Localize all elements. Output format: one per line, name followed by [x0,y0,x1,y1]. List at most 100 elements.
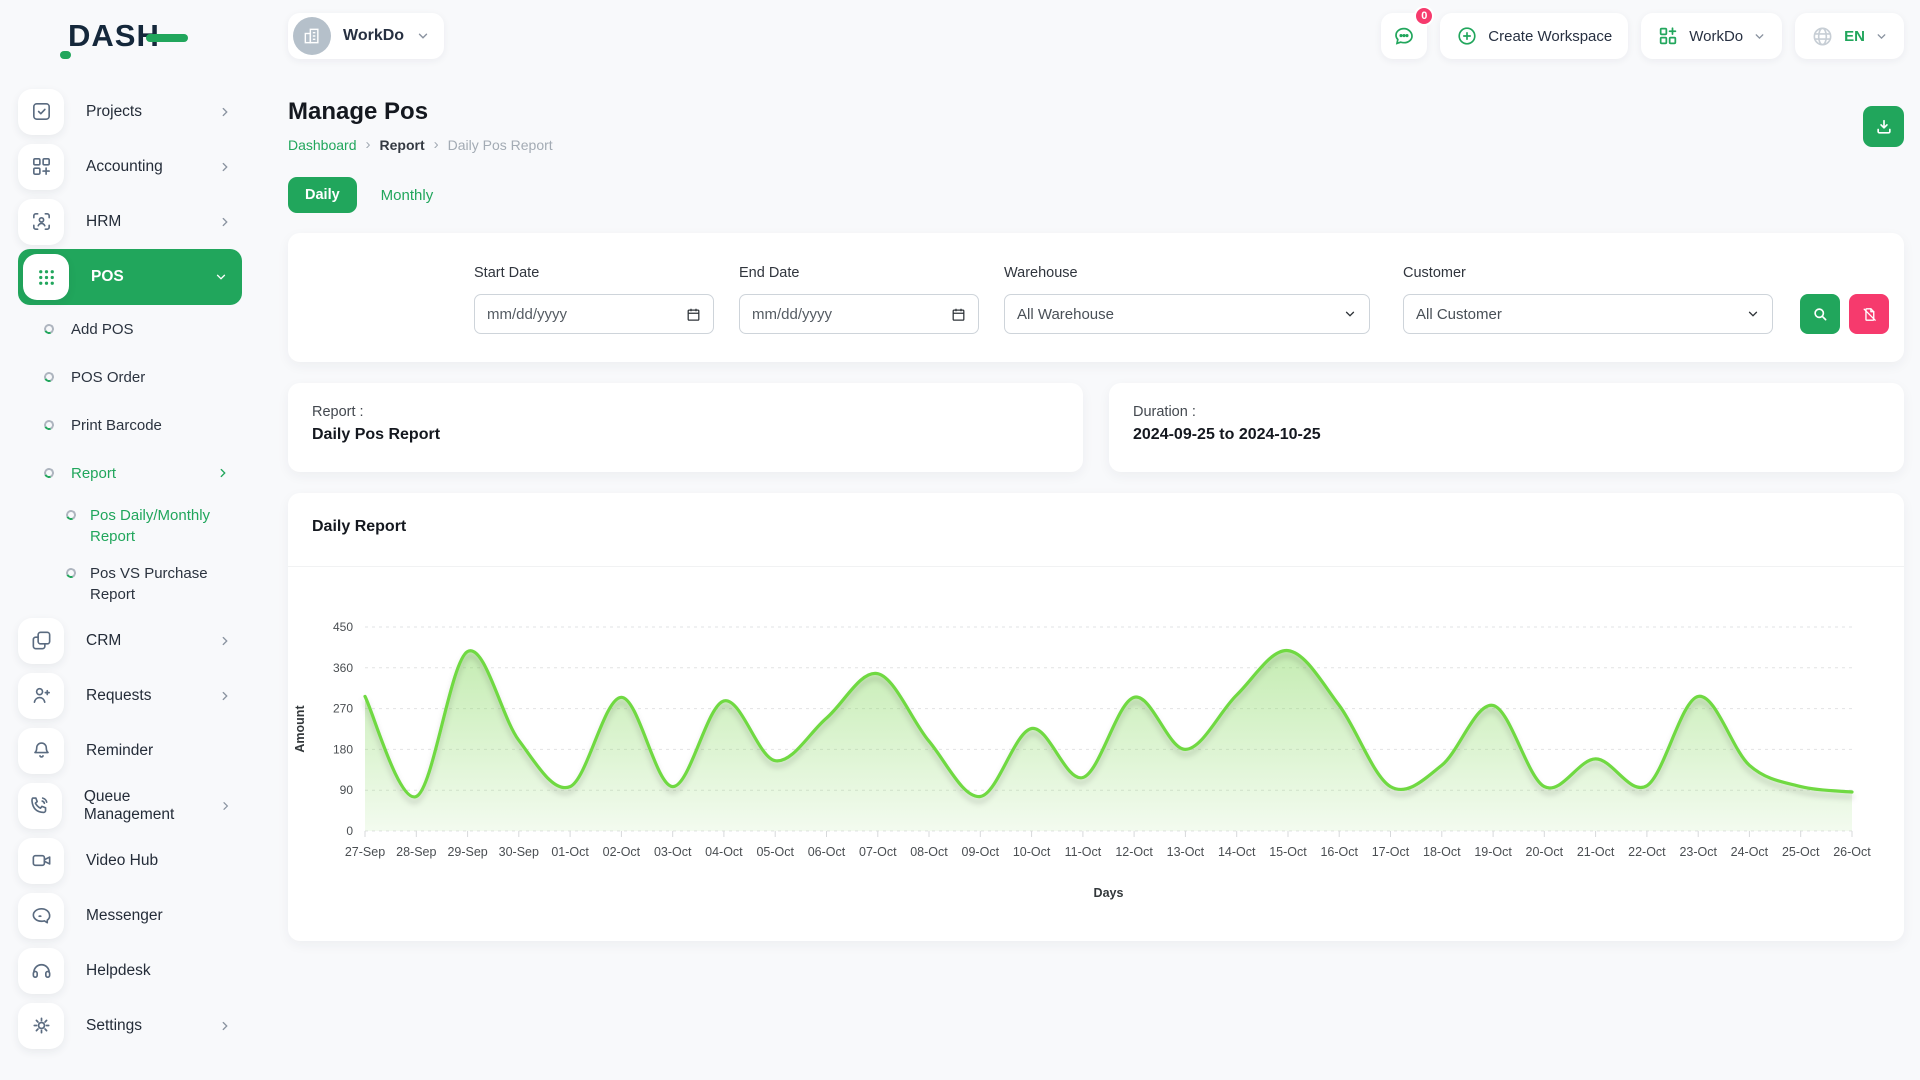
svg-text:21-Oct: 21-Oct [1577,845,1615,859]
bullet-icon [43,419,56,432]
chevron-right-icon [219,799,232,813]
language-selector[interactable]: EN [1795,13,1904,59]
workspace-switcher[interactable]: WorkDo [288,13,444,59]
sidebar-item-pos[interactable]: POS [18,249,242,305]
sidebar-item-pos-order[interactable]: POS Order [18,353,242,401]
headphones-icon [30,959,53,982]
svg-text:03-Oct: 03-Oct [654,845,692,859]
sidebar-item-add-pos[interactable]: Add POS [18,305,242,353]
app-menu-button[interactable]: WorkDo [1641,13,1782,59]
customer-label: Customer [1403,263,1773,284]
chevron-right-icon [216,466,230,480]
app-menu-label: WorkDo [1689,28,1743,45]
report-name-card: Report : Daily Pos Report [288,383,1083,472]
tab-monthly[interactable]: Monthly [381,187,434,204]
clear-filter-icon [1861,306,1878,323]
end-date-label: End Date [739,263,979,284]
report-period-tabs: Daily Monthly [288,177,1904,213]
svg-text:27-Sep: 27-Sep [345,845,385,859]
breadcrumb-separator: › [434,136,439,153]
messages-button[interactable]: 0 [1381,13,1427,59]
calendar-icon[interactable] [686,307,701,322]
chevron-right-icon [218,105,232,119]
end-date-input[interactable] [752,306,951,323]
sidebar-item-pos-vs-purchase-report[interactable]: Pos VS Purchase Report [18,555,242,613]
tab-daily[interactable]: Daily [288,177,357,213]
grid-plus-icon [30,155,53,178]
sidebar-item-messenger[interactable]: Messenger [18,888,242,943]
svg-text:15-Oct: 15-Oct [1269,845,1307,859]
svg-text:24-Oct: 24-Oct [1731,845,1769,859]
sidebar-item-projects[interactable]: Projects [18,84,242,139]
svg-text:05-Oct: 05-Oct [756,845,794,859]
svg-text:12-Oct: 12-Oct [1115,845,1153,859]
create-workspace-button[interactable]: Create Workspace [1440,13,1628,59]
chevron-right-icon [218,634,232,648]
svg-text:270: 270 [333,702,353,716]
chat-icon [1392,24,1416,48]
bullet-icon [65,509,78,522]
svg-text:17-Oct: 17-Oct [1372,845,1410,859]
svg-text:14-Oct: 14-Oct [1218,845,1256,859]
download-button[interactable] [1863,106,1904,147]
task-check-icon [30,100,53,123]
chevron-down-icon [1746,307,1760,321]
sidebar-item-crm[interactable]: CRM [18,613,242,668]
sidebar-item-helpdesk[interactable]: Helpdesk [18,943,242,998]
sidebar-item-hrm[interactable]: HRM [18,194,242,249]
message-icon [30,904,53,927]
main-content: Manage Pos Dashboard › Report › Daily Po… [260,72,1920,941]
svg-text:16-Oct: 16-Oct [1320,845,1358,859]
workspace-name: WorkDo [343,27,404,45]
warehouse-label: Warehouse [1004,263,1370,284]
daily-report-area-chart: 09018027036045027-Sep28-Sep29-Sep30-Sep0… [288,567,1904,941]
svg-text:01-Oct: 01-Oct [551,845,589,859]
customer-selected-value: All Customer [1416,306,1502,323]
sidebar-item-report[interactable]: Report [18,449,242,497]
top-bar: DASH WorkDo 0 Create Workspace WorkDo EN [0,0,1920,72]
sidebar-item-queue-management[interactable]: Queue Management [18,778,242,833]
bullet-icon [43,323,56,336]
sidebar-item-pos-daily-monthly-report[interactable]: Pos Daily/Monthly Report [18,497,242,555]
svg-text:Amount: Amount [293,705,307,753]
svg-text:19-Oct: 19-Oct [1474,845,1512,859]
sidebar-item-accounting[interactable]: Accounting [18,139,242,194]
svg-text:30-Sep: 30-Sep [499,845,539,859]
sidebar-item-settings[interactable]: Settings [18,998,242,1053]
dots-grid-icon [35,266,58,289]
svg-text:29-Sep: 29-Sep [447,845,487,859]
breadcrumb-dashboard[interactable]: Dashboard [288,137,357,153]
create-workspace-label: Create Workspace [1488,28,1612,45]
sidebar-item-requests[interactable]: Requests [18,668,242,723]
sidebar-item-print-barcode[interactable]: Print Barcode [18,401,242,449]
sidebar-item-video-hub[interactable]: Video Hub [18,833,242,888]
download-icon [1874,117,1894,137]
svg-text:450: 450 [333,620,353,634]
svg-text:25-Oct: 25-Oct [1782,845,1820,859]
logo-accent-dot [60,51,71,59]
customer-select[interactable]: All Customer [1403,294,1773,334]
duration-card: Duration : 2024-09-25 to 2024-10-25 [1109,383,1904,472]
language-code: EN [1844,28,1865,45]
breadcrumb-separator: › [366,136,371,153]
chevron-down-icon [214,270,228,284]
grid-plus-icon [1657,25,1679,47]
apply-filter-button[interactable] [1800,294,1840,334]
svg-text:28-Sep: 28-Sep [396,845,436,859]
breadcrumb: Dashboard › Report › Daily Pos Report [288,136,553,153]
report-value: Daily Pos Report [312,426,1059,444]
warehouse-select[interactable]: All Warehouse [1004,294,1370,334]
sidebar: Projects Accounting HRM POS Add POS POS … [0,78,260,1080]
svg-text:20-Oct: 20-Oct [1526,845,1564,859]
start-date-label: Start Date [474,263,714,284]
reset-filter-button[interactable] [1849,294,1889,334]
svg-text:22-Oct: 22-Oct [1628,845,1666,859]
breadcrumb-report[interactable]: Report [380,137,425,153]
plus-circle-icon [1456,25,1478,47]
chevron-right-icon [218,1019,232,1033]
sidebar-item-reminder[interactable]: Reminder [18,723,242,778]
warehouse-selected-value: All Warehouse [1017,306,1114,323]
calendar-icon[interactable] [951,307,966,322]
svg-text:23-Oct: 23-Oct [1679,845,1717,859]
start-date-input[interactable] [487,306,686,323]
